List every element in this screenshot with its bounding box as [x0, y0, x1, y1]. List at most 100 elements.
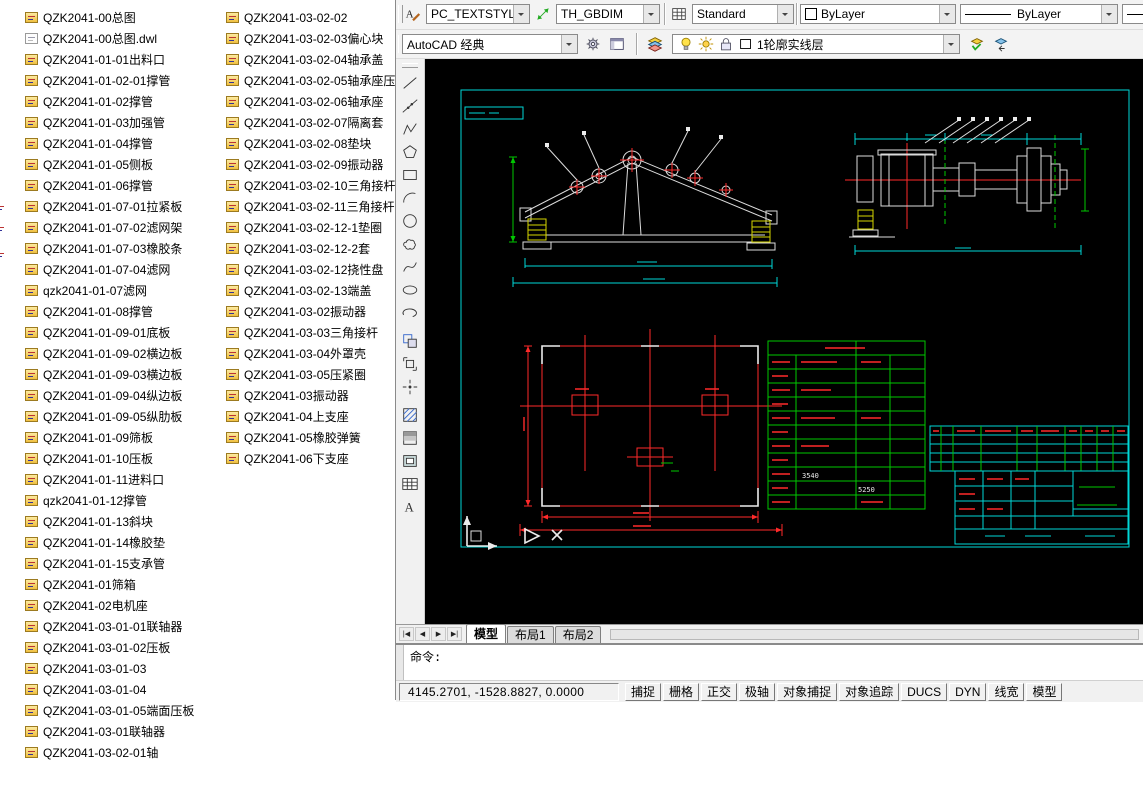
command-window-grip[interactable]: [396, 645, 404, 680]
file-item[interactable]: QZK2041-03-02-02: [226, 7, 407, 28]
file-item[interactable]: QZK2041-03-03三角接杆: [226, 322, 407, 343]
draw-tool-insert-block[interactable]: [398, 331, 422, 353]
status-dyn-toggle[interactable]: DYN: [949, 682, 987, 701]
file-item[interactable]: QZK2041-03-02-08垫块: [226, 133, 407, 154]
file-item[interactable]: QZK2041-01-05侧板: [25, 154, 194, 175]
desktop-icon-clipped[interactable]: [0, 203, 1, 217]
file-item[interactable]: QZK2041-01-03加强管: [25, 112, 194, 133]
file-item[interactable]: QZK2041-03-01-04: [25, 679, 194, 700]
draw-tool-point[interactable]: [398, 377, 422, 399]
file-item[interactable]: QZK2041-01-09-02横边板: [25, 343, 194, 364]
file-item[interactable]: QZK2041-03-02-01轴: [25, 742, 194, 763]
status-model-toggle[interactable]: 模型: [1026, 682, 1063, 701]
file-item[interactable]: QZK2041-03-01-05端面压板: [25, 700, 194, 721]
dim-style-manager-button[interactable]: [532, 3, 554, 25]
text-style-combo[interactable]: PC_TEXTSTYLE: [426, 4, 530, 24]
status-ortho-toggle[interactable]: 正交: [701, 682, 738, 701]
lineweight-control-combo[interactable]: [1122, 4, 1143, 24]
tab-nav-first-button[interactable]: |◀: [399, 627, 414, 641]
file-item[interactable]: QZK2041-04上支座: [226, 406, 407, 427]
draw-tool-polygon[interactable]: [398, 142, 422, 164]
file-item[interactable]: qzk2041-01-12撑管: [25, 490, 194, 511]
chevron-down-icon[interactable]: [1101, 5, 1117, 23]
file-item[interactable]: QZK2041-01-06撑管: [25, 175, 194, 196]
table-style-combo[interactable]: Standard: [692, 4, 794, 24]
chevron-down-icon[interactable]: [777, 5, 793, 23]
file-item[interactable]: QZK2041-01-09-05纵肋板: [25, 406, 194, 427]
desktop-icon-clipped[interactable]: [0, 250, 1, 264]
tab-模型[interactable]: 模型: [466, 624, 507, 643]
file-item[interactable]: QZK2041-01-07-04滤网: [25, 259, 194, 280]
draw-tool-hatch[interactable]: [398, 405, 422, 427]
file-item[interactable]: QZK2041-03-02-09振动器: [226, 154, 407, 175]
file-item[interactable]: QZK2041-01-10压板: [25, 448, 194, 469]
file-item[interactable]: QZK2041-03-02-05轴承座压盖: [226, 70, 407, 91]
file-item[interactable]: QZK2041-01-14橡胶垫: [25, 532, 194, 553]
file-item[interactable]: QZK2041-02电机座: [25, 595, 194, 616]
draw-tool-gradient[interactable]: [398, 428, 422, 450]
color-control-combo[interactable]: ByLayer: [800, 4, 956, 24]
chevron-down-icon[interactable]: [513, 5, 529, 23]
draw-tool-make-block[interactable]: [398, 354, 422, 376]
dim-style-combo[interactable]: TH_GBDIM: [556, 4, 660, 24]
draw-tool-mtext[interactable]: A: [398, 497, 422, 519]
command-prompt[interactable]: 命令:: [404, 645, 447, 680]
linetype-control-combo[interactable]: ByLayer: [960, 4, 1118, 24]
file-item[interactable]: QZK2041-01-13斜块: [25, 511, 194, 532]
horizontal-scrollbar[interactable]: [610, 629, 1139, 640]
file-item[interactable]: QZK2041-03-05压紧圈: [226, 364, 407, 385]
file-item[interactable]: QZK2041-03-01-02压板: [25, 637, 194, 658]
status-ducs-toggle[interactable]: DUCS: [901, 682, 948, 701]
text-style-manager-button[interactable]: A: [402, 3, 424, 25]
chevron-down-icon[interactable]: [643, 5, 659, 23]
file-item[interactable]: QZK2041-03-01-01联轴器: [25, 616, 194, 637]
layer-states-button[interactable]: [966, 33, 988, 55]
drawing-canvas[interactable]: 3540 5250: [425, 59, 1143, 624]
file-item[interactable]: QZK2041-03-02-03偏心块: [226, 28, 407, 49]
tab-布局2[interactable]: 布局2: [554, 626, 602, 643]
draw-tool-circle[interactable]: [398, 211, 422, 233]
chevron-down-icon[interactable]: [561, 35, 577, 53]
file-item[interactable]: QZK2041-05橡胶弹簧: [226, 427, 407, 448]
status-polar-toggle[interactable]: 极轴: [739, 682, 776, 701]
workspace-settings-button[interactable]: [582, 33, 604, 55]
file-item[interactable]: QZK2041-00总图: [25, 7, 194, 28]
file-item[interactable]: QZK2041-01-02-01撑管: [25, 70, 194, 91]
file-item[interactable]: QZK2041-03-02-12-1垫圈: [226, 217, 407, 238]
file-item[interactable]: QZK2041-03-02-11三角接杆: [226, 196, 407, 217]
status-grid-toggle[interactable]: 栅格: [663, 682, 700, 701]
file-item[interactable]: QZK2041-03振动器: [226, 385, 407, 406]
file-item[interactable]: QZK2041-03-01联轴器: [25, 721, 194, 742]
desktop-icon-clipped[interactable]: [0, 224, 1, 238]
file-item[interactable]: QZK2041-01-07-02滤网架: [25, 217, 194, 238]
draw-tool-region[interactable]: [398, 451, 422, 473]
status-osnap-toggle[interactable]: 对象捕捉: [777, 682, 838, 701]
status-otrack-toggle[interactable]: 对象追踪: [839, 682, 900, 701]
file-item[interactable]: QZK2041-01-02撑管: [25, 91, 194, 112]
draw-tool-revision-cloud[interactable]: [398, 234, 422, 256]
file-item[interactable]: qzk2041-01-07滤网: [25, 280, 194, 301]
file-item[interactable]: QZK2041-03-02-10三角接杆: [226, 175, 407, 196]
draw-tool-polyline[interactable]: [398, 119, 422, 141]
file-item[interactable]: QZK2041-03-04外罩壳: [226, 343, 407, 364]
status-snap-toggle[interactable]: 捕捉: [625, 682, 662, 701]
file-item[interactable]: QZK2041-01-07-01拉紧板: [25, 196, 194, 217]
workspace-panel-button[interactable]: [606, 33, 628, 55]
chevron-down-icon[interactable]: [939, 5, 955, 23]
layer-properties-button[interactable]: [644, 33, 666, 55]
table-style-manager-button[interactable]: [668, 3, 690, 25]
file-item[interactable]: QZK2041-03-02-12-2套: [226, 238, 407, 259]
chevron-down-icon[interactable]: [943, 35, 959, 53]
command-window[interactable]: 命令:: [396, 643, 1143, 680]
draw-tool-ellipse[interactable]: [398, 280, 422, 302]
file-item[interactable]: QZK2041-03-02-04轴承盖: [226, 49, 407, 70]
status-lwt-toggle[interactable]: 线宽: [988, 682, 1025, 701]
file-item[interactable]: QZK2041-01-04撑管: [25, 133, 194, 154]
coordinate-display[interactable]: 4145.2701, -1528.8827, 0.0000: [399, 682, 619, 701]
draw-tool-spline[interactable]: [398, 257, 422, 279]
file-item[interactable]: QZK2041-01-01出料口: [25, 49, 194, 70]
draw-tool-ellipse-arc[interactable]: [398, 303, 422, 325]
tab-布局1[interactable]: 布局1: [507, 626, 554, 643]
file-item[interactable]: QZK2041-01-09筛板: [25, 427, 194, 448]
file-item[interactable]: QZK2041-03-02振动器: [226, 301, 407, 322]
